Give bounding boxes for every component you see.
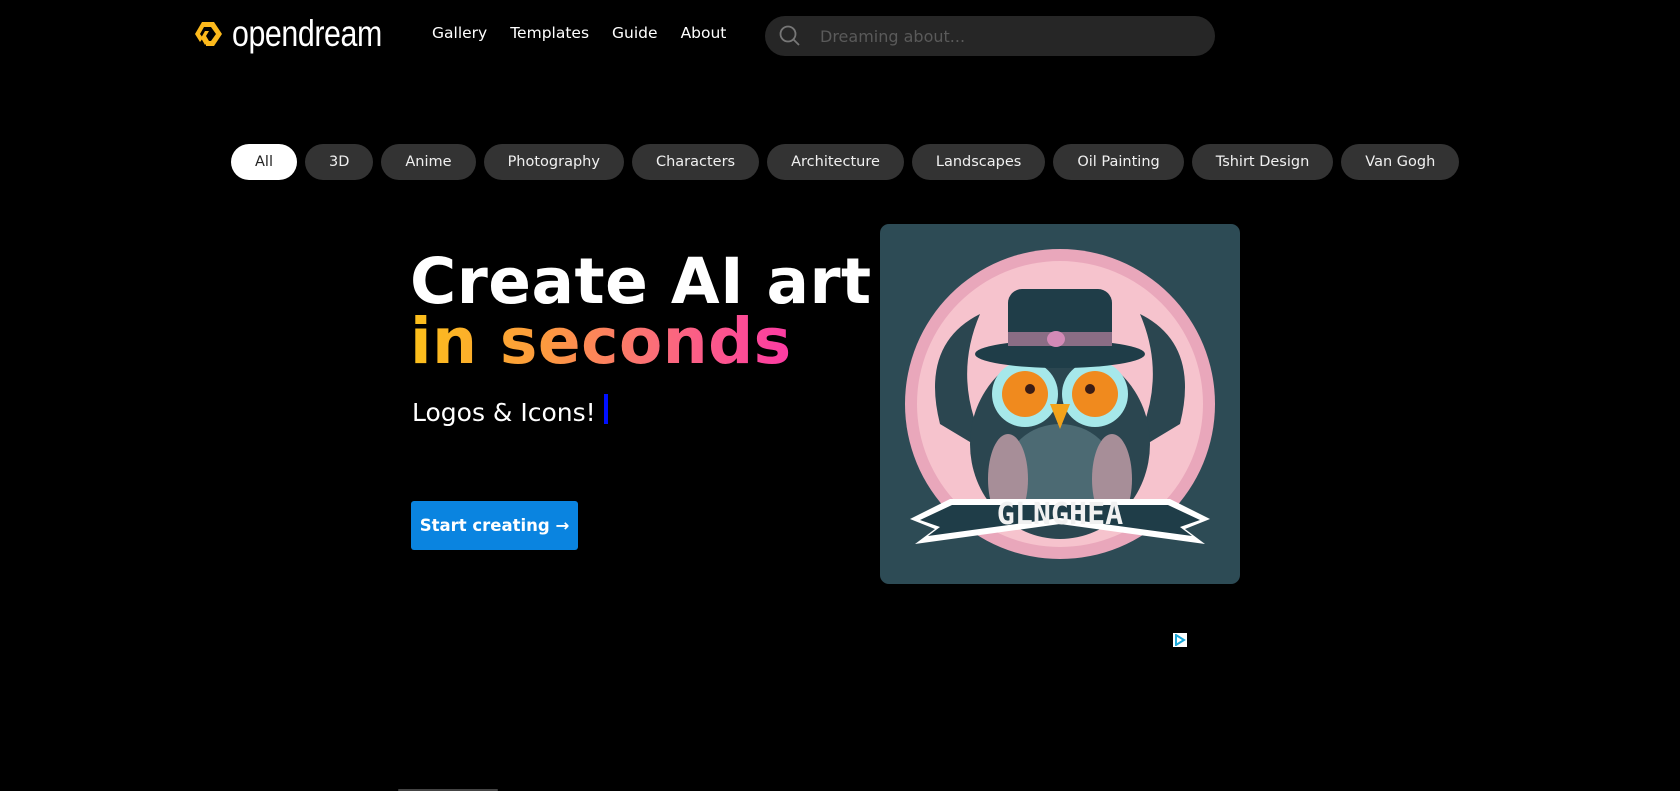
- banner-text: GLNGHEA: [997, 497, 1123, 532]
- category-van-gogh[interactable]: Van Gogh: [1341, 144, 1460, 180]
- category-photography[interactable]: Photography: [483, 144, 624, 180]
- typed-text: Logos & Icons!: [412, 398, 596, 427]
- start-creating-button[interactable]: Start creating →: [411, 501, 578, 550]
- nav-templates[interactable]: Templates: [510, 24, 589, 42]
- hero-title: Create AI art in seconds: [410, 245, 872, 378]
- hero-title-line2: in seconds: [410, 305, 792, 378]
- hero-image: GLNGHEA: [880, 224, 1240, 584]
- category-architecture[interactable]: Architecture: [767, 144, 904, 180]
- main-nav: Gallery Templates Guide About: [432, 24, 726, 42]
- search-icon: [779, 25, 800, 46]
- opendream-logo-icon: [195, 22, 222, 46]
- hero-title-line1: Create AI art: [410, 245, 872, 318]
- owl-logo-illustration: GLNGHEA: [905, 249, 1215, 559]
- logo[interactable]: opendream: [192, 14, 415, 54]
- category-oil-painting[interactable]: Oil Painting: [1053, 144, 1184, 180]
- nav-gallery[interactable]: Gallery: [432, 24, 487, 42]
- nav-about[interactable]: About: [681, 24, 727, 42]
- category-tshirt-design[interactable]: Tshirt Design: [1191, 144, 1334, 180]
- category-all[interactable]: All: [231, 144, 297, 180]
- category-characters[interactable]: Characters: [631, 144, 760, 180]
- category-landscapes[interactable]: Landscapes: [911, 144, 1046, 180]
- category-anime[interactable]: Anime: [381, 144, 476, 180]
- logo-text: opendream: [232, 13, 382, 54]
- hero-subtitle: Logos & Icons!: [412, 393, 608, 427]
- category-filters: All 3D Anime Photography Characters Arch…: [231, 144, 1460, 180]
- typing-cursor: [603, 393, 608, 424]
- search-bar[interactable]: [765, 16, 1215, 56]
- search-input[interactable]: [818, 25, 1182, 47]
- nav-guide[interactable]: Guide: [612, 24, 658, 42]
- category-3d[interactable]: 3D: [304, 144, 374, 180]
- adchoices-icon[interactable]: [1173, 633, 1187, 647]
